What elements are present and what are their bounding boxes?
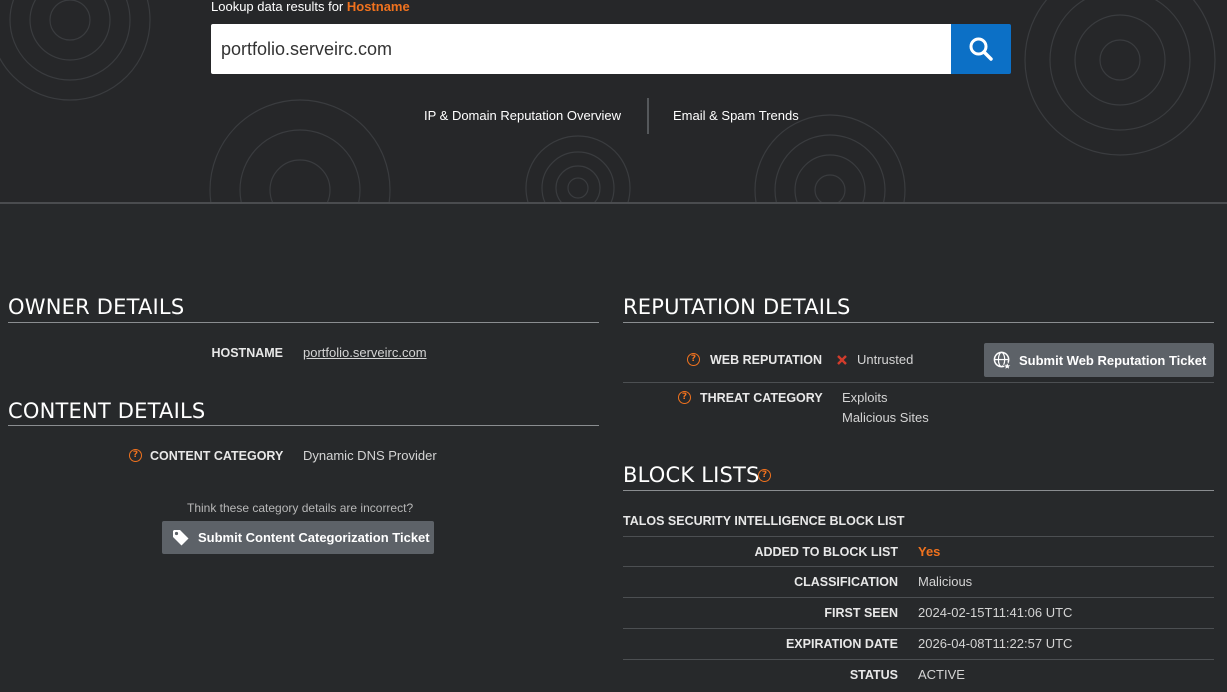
block-row-divider bbox=[623, 536, 1214, 537]
block-lists-help-icon[interactable]: ? bbox=[758, 469, 771, 482]
web-reputation-value: Untrusted bbox=[857, 352, 914, 367]
hero-banner: Lookup data results for Hostname IP & Do… bbox=[0, 0, 1227, 204]
tag-icon bbox=[173, 529, 189, 545]
hostname-link[interactable]: portfolio.serveirc.com bbox=[303, 345, 427, 360]
block-row-label: EXPIRATION DATE bbox=[785, 637, 898, 651]
nav-reputation-overview[interactable]: IP & Domain Reputation Overview bbox=[424, 108, 621, 123]
content-category-help-icon[interactable]: ? bbox=[129, 449, 142, 462]
submit-web-reputation-label: Submit Web Reputation Ticket bbox=[1019, 352, 1207, 368]
submit-content-categorization-label: Submit Content Categorization Ticket bbox=[198, 530, 430, 545]
block-row-value: ACTIVE bbox=[918, 667, 965, 682]
hostname-label: HOSTNAME bbox=[211, 346, 283, 360]
block-row-divider bbox=[623, 566, 1214, 567]
web-reputation-label: WEB REPUTATION bbox=[709, 353, 822, 367]
lookup-label-prefix: Lookup data results for bbox=[211, 0, 347, 14]
block-lists-title: BLOCK LISTS bbox=[623, 463, 760, 487]
lookup-label: Lookup data results for Hostname bbox=[211, 0, 410, 14]
threat-category-value-2: Malicious Sites bbox=[842, 410, 929, 425]
block-list-subtitle: TALOS SECURITY INTELLIGENCE BLOCK LIST bbox=[623, 514, 905, 528]
owner-details-rule bbox=[8, 322, 599, 323]
block-row-value: 2024-02-15T11:41:06 UTC bbox=[918, 605, 1073, 620]
block-row-label: FIRST SEEN bbox=[824, 606, 898, 620]
content-category-value: Dynamic DNS Provider bbox=[303, 448, 437, 463]
search-bar bbox=[211, 24, 1011, 74]
search-input[interactable] bbox=[211, 24, 951, 74]
search-icon bbox=[969, 37, 993, 61]
block-lists-rule bbox=[623, 490, 1214, 491]
web-reputation-help-icon[interactable]: ? bbox=[687, 353, 700, 366]
content-category-label: CONTENT CATEGORY bbox=[150, 449, 284, 463]
owner-details-title: OWNER DETAILS bbox=[8, 295, 185, 319]
threat-category-value-1: Exploits bbox=[842, 390, 888, 405]
block-row-label: CLASSIFICATION bbox=[794, 575, 898, 589]
threat-category-label: THREAT CATEGORY bbox=[700, 391, 823, 405]
nav-email-spam-trends[interactable]: Email & Spam Trends bbox=[673, 108, 799, 123]
x-icon bbox=[837, 355, 847, 365]
submit-web-reputation-button[interactable]: Submit Web Reputation Ticket bbox=[984, 343, 1214, 377]
content-details-title: CONTENT DETAILS bbox=[8, 399, 206, 423]
block-row-label: ADDED TO BLOCK LIST bbox=[754, 545, 898, 559]
nav-divider bbox=[647, 98, 649, 134]
block-row-value: Malicious bbox=[918, 574, 973, 589]
submit-content-categorization-button[interactable]: Submit Content Categorization Ticket bbox=[162, 521, 434, 554]
block-row-divider bbox=[623, 628, 1214, 629]
globe-icon bbox=[993, 351, 1012, 370]
block-row-divider bbox=[623, 597, 1214, 598]
search-button[interactable] bbox=[951, 24, 1011, 74]
block-row-value: Yes bbox=[918, 544, 941, 559]
reputation-row-divider bbox=[623, 382, 1214, 383]
threat-category-help-icon[interactable]: ? bbox=[678, 391, 691, 404]
block-row-divider bbox=[623, 659, 1214, 660]
reputation-details-title: REPUTATION DETAILS bbox=[623, 295, 851, 319]
reputation-details-rule bbox=[623, 322, 1214, 323]
lookup-type: Hostname bbox=[346, 0, 410, 14]
block-row-value: 2026-04-08T11:22:57 UTC bbox=[918, 636, 1073, 651]
incorrect-prompt: Think these category details are incorre… bbox=[187, 501, 414, 515]
block-row-label: STATUS bbox=[849, 668, 898, 682]
content-details-rule bbox=[8, 425, 599, 426]
hero-nav: IP & Domain Reputation Overview Email & … bbox=[0, 98, 1227, 134]
